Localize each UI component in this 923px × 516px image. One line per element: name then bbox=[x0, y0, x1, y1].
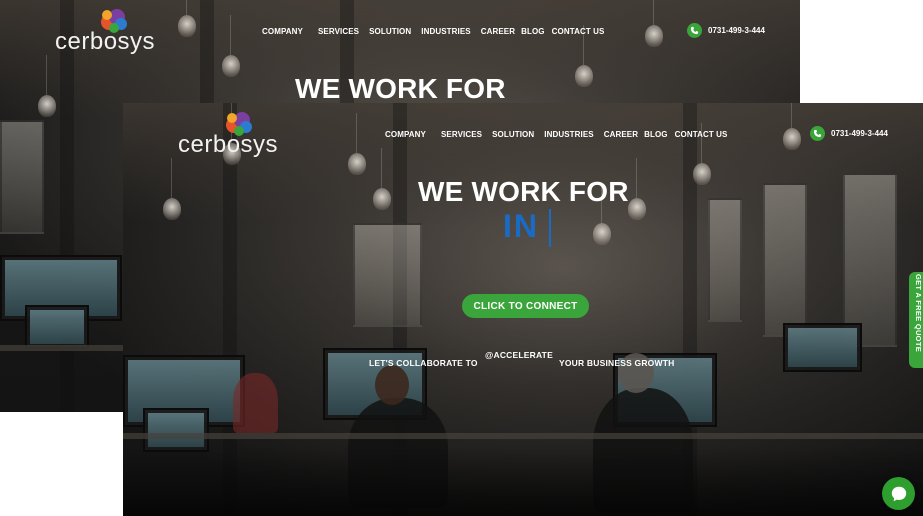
nav-solution[interactable]: SOLUTION bbox=[492, 130, 534, 139]
main-nav: COMPANY SERVICES SOLUTION INDUSTRIES CAR… bbox=[385, 130, 727, 139]
pendant-lamp bbox=[373, 148, 391, 210]
chat-button[interactable] bbox=[882, 477, 915, 510]
nav-services[interactable]: SERVICES bbox=[318, 27, 359, 36]
pendant-lamp bbox=[575, 25, 593, 87]
tagline-left: LET'S COLLABORATE TO bbox=[369, 358, 478, 368]
main-nav: COMPANY SERVICES SOLUTION INDUSTRIES CAR… bbox=[262, 27, 604, 36]
pendant-lamp bbox=[178, 0, 196, 37]
pendant-lamp bbox=[163, 158, 181, 220]
phone-contact[interactable]: 0731-499-3-444 bbox=[810, 126, 888, 141]
monitor bbox=[783, 323, 862, 372]
chat-icon bbox=[891, 486, 906, 501]
nav-industries[interactable]: INDUSTRIES bbox=[544, 130, 593, 139]
foreground-page-layer: cerbosys COMPANY SERVICES SOLUTION INDUS… bbox=[123, 103, 923, 516]
hero-title: WE WORK FOR bbox=[295, 73, 506, 104]
window bbox=[353, 223, 422, 327]
hero-typed-word: IN bbox=[503, 208, 539, 244]
nav-career[interactable]: CAREER bbox=[604, 130, 638, 139]
pendant-lamp bbox=[593, 183, 611, 245]
pendant-lamp bbox=[348, 113, 366, 175]
pendant-lamp bbox=[38, 55, 56, 117]
click-to-connect-button[interactable]: CLICK TO CONNECT bbox=[462, 294, 589, 318]
pendant-lamp bbox=[222, 15, 240, 77]
get-free-quote-tab[interactable]: GET A FREE QUOTE bbox=[909, 272, 923, 368]
pendant-lamp bbox=[693, 123, 711, 185]
phone-icon bbox=[687, 23, 702, 38]
brand-wordmark: cerbosys bbox=[55, 28, 156, 55]
brand-wordmark: cerbosys bbox=[178, 131, 279, 158]
window bbox=[763, 183, 807, 337]
logo[interactable]: cerbosys bbox=[178, 111, 298, 159]
person-silhouette bbox=[233, 373, 278, 433]
floor-shadow bbox=[123, 446, 923, 516]
pendant-lamp bbox=[783, 103, 801, 150]
nav-company[interactable]: COMPANY bbox=[385, 130, 426, 139]
nav-contact-us[interactable]: CONTACT US bbox=[675, 130, 728, 139]
desk bbox=[123, 433, 923, 439]
nav-services[interactable]: SERVICES bbox=[441, 130, 482, 139]
window bbox=[708, 198, 742, 322]
person-head bbox=[375, 365, 409, 405]
nav-career[interactable]: CAREER bbox=[481, 27, 515, 36]
phone-number: 0731-499-3-444 bbox=[708, 26, 765, 35]
typing-caret bbox=[549, 209, 551, 247]
get-free-quote-label: GET A FREE QUOTE bbox=[914, 274, 923, 352]
pendant-lamp bbox=[628, 158, 646, 220]
nav-contact-us[interactable]: CONTACT US bbox=[552, 27, 605, 36]
window bbox=[843, 173, 897, 347]
phone-number: 0731-499-3-444 bbox=[831, 129, 888, 138]
nav-industries[interactable]: INDUSTRIES bbox=[421, 27, 470, 36]
nav-blog[interactable]: BLOG bbox=[644, 130, 668, 139]
phone-icon bbox=[810, 126, 825, 141]
pendant-lamp bbox=[645, 0, 663, 47]
tagline-highlight: @ACCELERATE bbox=[485, 350, 553, 360]
nav-company[interactable]: COMPANY bbox=[262, 27, 303, 36]
nav-blog[interactable]: BLOG bbox=[521, 27, 545, 36]
logo[interactable]: cerbosys bbox=[55, 8, 175, 56]
window bbox=[0, 120, 44, 234]
phone-contact[interactable]: 0731-499-3-444 bbox=[687, 23, 765, 38]
tagline-right: YOUR BUSINESS GROWTH bbox=[559, 358, 675, 368]
nav-solution[interactable]: SOLUTION bbox=[369, 27, 411, 36]
hero-title: WE WORK FOR bbox=[418, 176, 629, 207]
monitor bbox=[25, 305, 89, 349]
